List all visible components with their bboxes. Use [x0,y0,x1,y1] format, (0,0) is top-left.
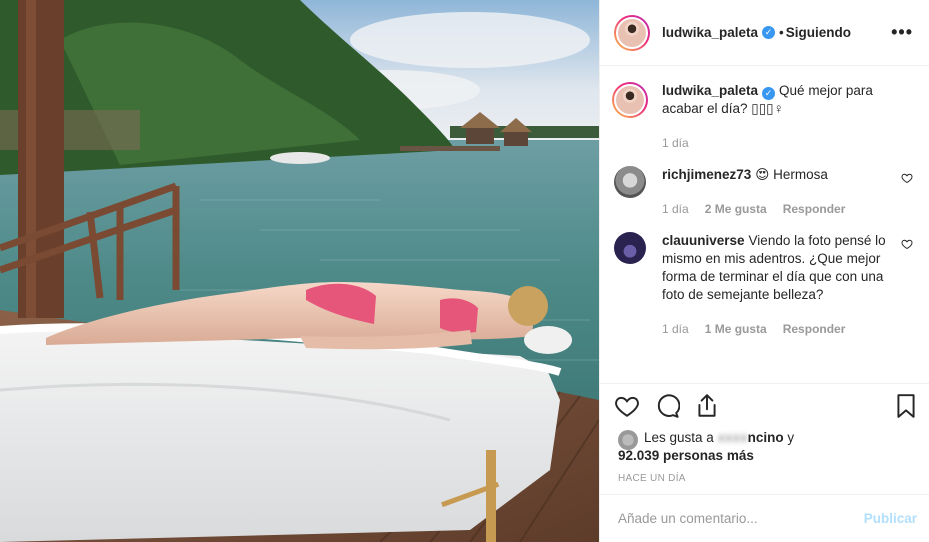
comment-time[interactable]: 1 día [662,200,689,218]
comments-list[interactable]: ludwika_paleta ✓ Qué mejor para acabar el … [600,66,929,383]
reply-button[interactable]: Responder [783,200,846,218]
photo-lake-massage-table [0,0,599,542]
more-options-icon[interactable]: ••• [891,22,913,43]
comment-time[interactable]: 1 día [662,320,689,338]
comment-meta: 1 día 2 Me gusta Responder [662,200,891,218]
comment-username[interactable]: richjimenez73 [662,167,751,182]
post-header: ludwika_paleta ✓ • Siguiendo ••• [600,0,929,66]
author-username[interactable]: ludwika_paleta [662,25,758,40]
post-side-panel: ludwika_paleta ✓ • Siguiendo ••• ludwika… [599,0,929,542]
likes-summary: Les gusta a xxxxncino y 92.039 personas … [600,427,929,465]
share-icon[interactable] [694,393,720,419]
commenter-avatar[interactable] [614,232,646,264]
comment-like-heart-icon[interactable] [901,238,913,250]
header-separator: • [779,25,784,40]
caption-meta: 1 día [662,134,891,152]
author-avatar[interactable] [616,16,648,49]
comment-body: clauuniverse Viendo la foto pensé lo mism… [662,232,913,338]
comment-likes[interactable]: 1 Me gusta [705,320,767,338]
publish-button[interactable]: Publicar [864,511,917,526]
likes-count-text[interactable]: 92.039 personas más [618,448,754,463]
bookmark-icon[interactable] [893,393,919,419]
verified-badge-icon: ✓ [762,26,776,39]
caption-avatar-ring[interactable] [612,82,648,118]
comment-likes[interactable]: 2 Me gusta [705,200,767,218]
action-bar [600,383,929,427]
verified-badge-icon: ✓ [762,87,776,100]
likes-line: Les gusta a xxxxncino y [618,429,913,447]
liker-username[interactable]: ncino [748,430,784,445]
caption: ludwika_paleta ✓ Qué mejor para acabar el … [612,82,913,152]
likes-prefix: Les gusta a [644,430,718,445]
reply-button[interactable]: Responder [783,320,846,338]
comment-text: 😍 Hermosa [755,167,828,182]
caption-body: ludwika_paleta ✓ Qué mejor para acabar el … [662,82,913,152]
likes-count[interactable]: 92.039 personas más [618,447,913,465]
comment-item: clauuniverse Viendo la foto pensé lo mism… [614,232,913,338]
comment-item: richjimenez73 😍 Hermosa 1 día 2 Me gusta … [614,166,913,218]
caption-avatar[interactable] [614,84,646,116]
comment-meta: 1 día 1 Me gusta Responder [662,320,891,338]
add-comment-bar: Publicar [600,494,929,542]
comment-bubble-icon[interactable] [654,393,680,419]
likes-and: y [783,430,795,445]
post-timestamp[interactable]: HACE UN DÍA [600,465,929,494]
comment-input[interactable] [616,510,864,527]
post-photo[interactable] [0,0,599,542]
comment-username[interactable]: clauuniverse [662,233,745,248]
caption-username[interactable]: ludwika_paleta [662,83,758,98]
following-button[interactable]: Siguiendo [786,25,851,40]
heart-icon[interactable] [614,393,640,419]
comment-body: richjimenez73 😍 Hermosa 1 día 2 Me gusta … [662,166,913,218]
commenter-avatar[interactable] [614,166,646,198]
liker-avatar[interactable] [618,430,638,450]
comment-like-heart-icon[interactable] [901,172,913,184]
instagram-post: ludwika_paleta ✓ • Siguiendo ••• ludwika… [0,0,929,542]
liker-username-blurred[interactable]: xxxx [718,430,748,445]
caption-time[interactable]: 1 día [662,134,689,152]
author-avatar-ring[interactable] [614,14,650,51]
